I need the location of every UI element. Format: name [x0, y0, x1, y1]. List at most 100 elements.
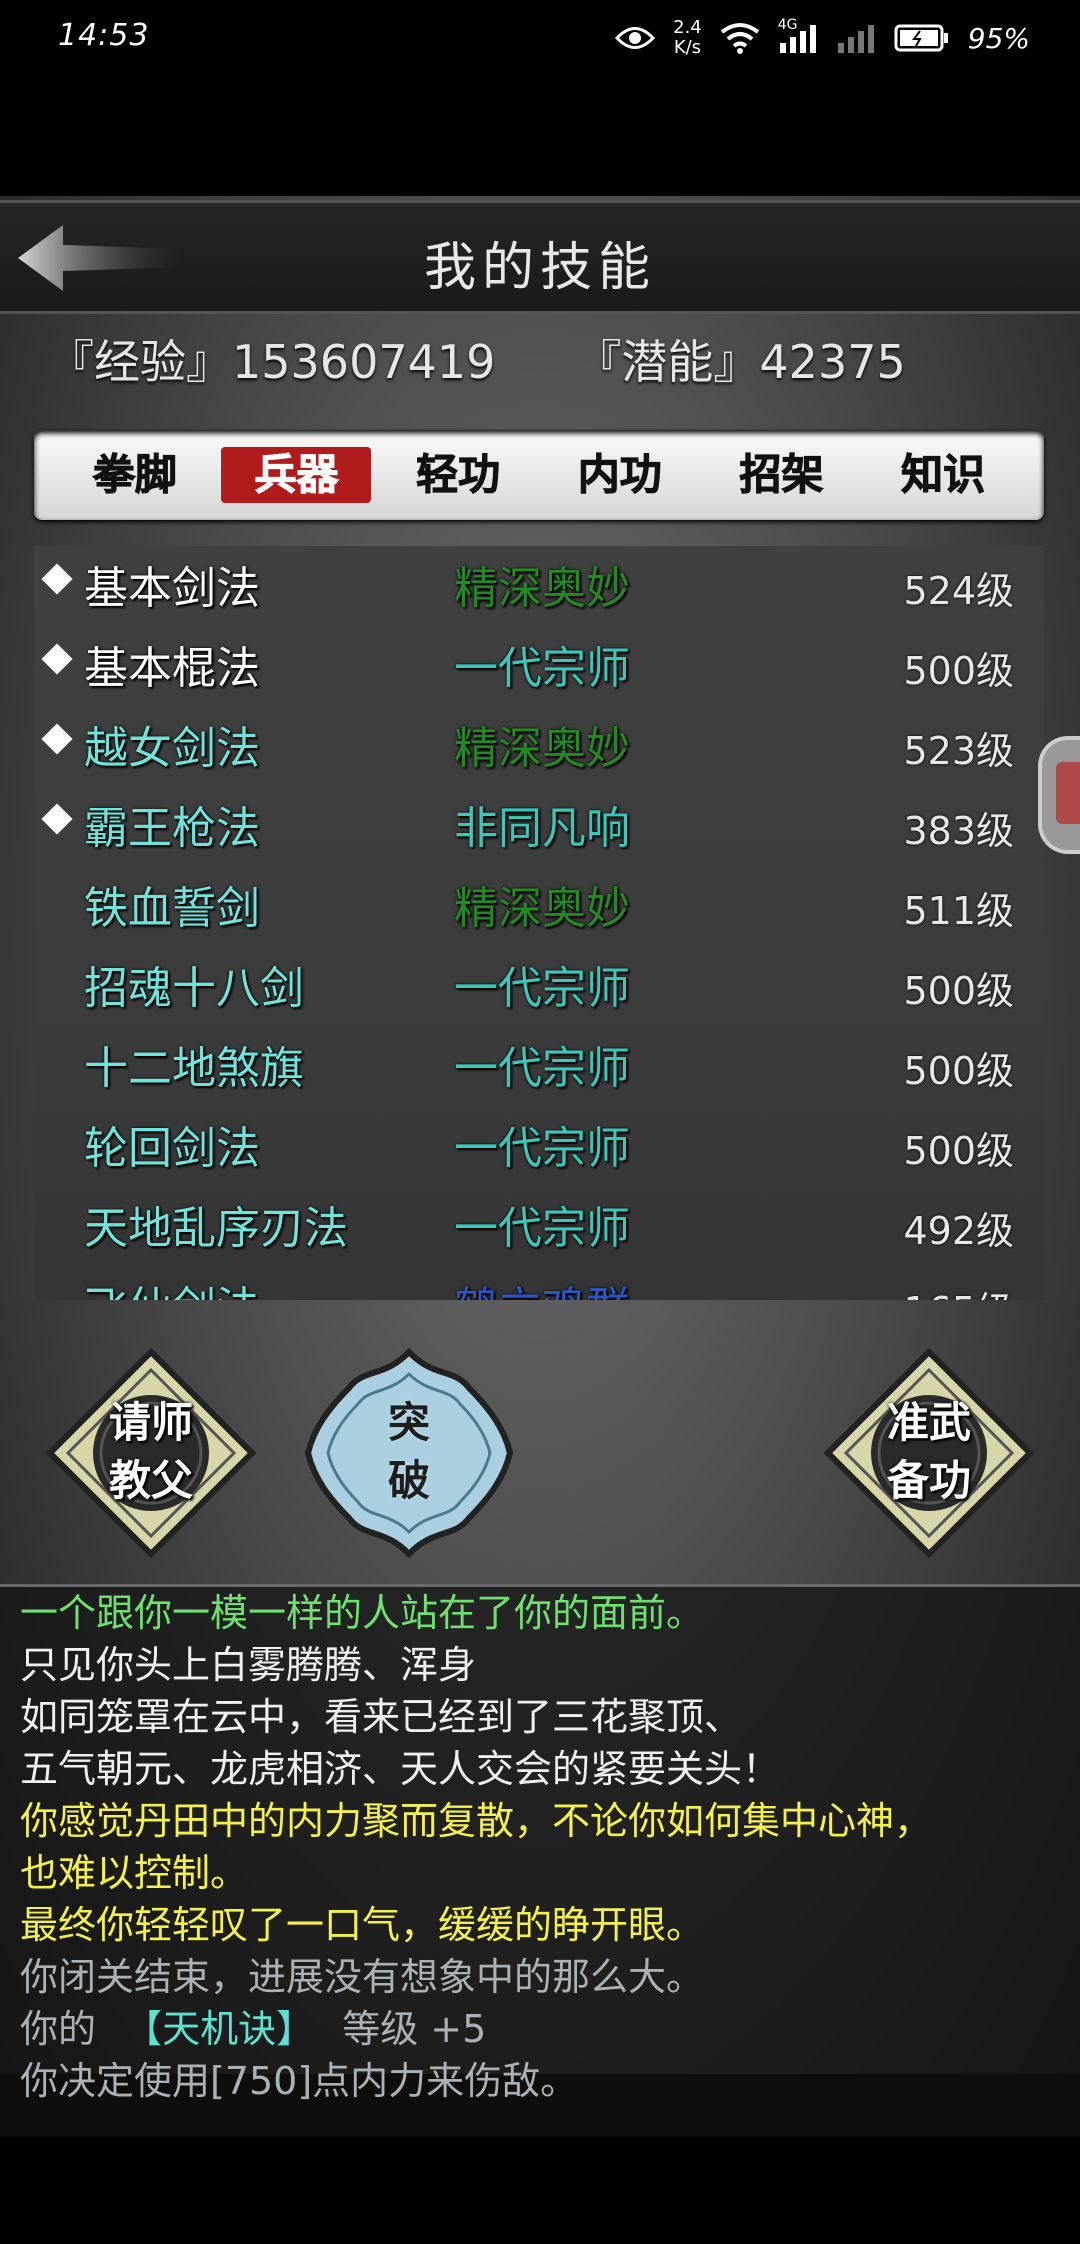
skill-level: 500级: [903, 1049, 1014, 1093]
skill-grade: 一代宗师: [454, 1043, 630, 1094]
log-line: 你的 【天机诀】 等级 +5: [20, 2003, 486, 2055]
skill-level: 500级: [903, 1129, 1014, 1173]
skill-name[interactable]: 基本棍法: [84, 632, 260, 696]
log-line: 如同笼罩在云中，看来已经到了三花聚顶、: [20, 1695, 743, 1739]
skill-grade: 鹤立鸡群: [454, 1272, 630, 1300]
skill-row[interactable]: 飞仙剑法 鹤立鸡群 165级: [34, 1266, 1044, 1300]
skill-level: 165级: [903, 1280, 1014, 1300]
skill-grade: 非同凡响: [454, 803, 630, 854]
message-log[interactable]: 一个跟你一模一样的人站在了你的面前。 只见你头上白雾腾腾、浑身 如同笼罩在云中，…: [0, 1584, 1080, 2137]
label-line: 准武: [886, 1398, 971, 1447]
experience-value: 153607419: [232, 335, 496, 389]
tab-inner-force[interactable]: 内功: [545, 447, 695, 503]
label-line: 备功: [886, 1456, 971, 1505]
skill-name[interactable]: 轮回剑法: [84, 1112, 260, 1176]
skill-grade: 精深奥妙: [454, 723, 630, 774]
diamond-icon: [41, 723, 73, 755]
log-line: 最终你轻轻叹了一口气，缓缓的睁开眼。: [20, 1903, 705, 1947]
log-line: 一个跟你一模一样的人站在了你的面前。: [20, 1591, 705, 1635]
battery-percent: 95%: [967, 21, 1030, 55]
skill-grade: 精深奥妙: [454, 883, 630, 934]
wifi-icon: [720, 23, 759, 54]
prepare-skill-button[interactable]: 准武 备功: [824, 1348, 1034, 1558]
label-line: 请师: [108, 1398, 193, 1447]
net-speed: 2.4 K/s: [673, 18, 702, 58]
floating-side-handle[interactable]: [1038, 736, 1080, 854]
skill-grade: 一代宗师: [454, 963, 630, 1014]
cellular-signal: 4G: [778, 17, 818, 53]
stats-row: 『经验』153607419 『潜能』42375: [48, 326, 906, 392]
skill-grade: 一代宗师: [454, 1123, 630, 1174]
skill-name[interactable]: 基本剑法: [84, 552, 260, 616]
log-line: 也难以控制。: [20, 1851, 249, 1895]
skill-name[interactable]: 飞仙剑法: [84, 1272, 260, 1300]
signal-empty-icon: [837, 25, 874, 53]
breakthrough-label: 突 破: [304, 1394, 514, 1510]
skill-name[interactable]: 霸王枪法: [84, 792, 260, 856]
log-line: 只见你头上白雾腾腾、浑身: [20, 1643, 477, 1687]
skill-row[interactable]: 十二地煞旗 一代宗师 500级: [34, 1026, 1044, 1106]
title-bar: 我的技能: [0, 200, 1080, 314]
skill-name[interactable]: 越女剑法: [84, 712, 260, 776]
skill-row[interactable]: 基本剑法 精深奥妙 524级: [34, 546, 1044, 626]
skill-row[interactable]: 越女剑法 精深奥妙 523级: [34, 706, 1044, 786]
net-speed-unit: K/s: [673, 37, 702, 58]
handle-icon: [1056, 762, 1080, 824]
skill-grade: 一代宗师: [454, 1203, 630, 1254]
skill-level: 500级: [903, 969, 1014, 1013]
skill-name[interactable]: 十二地煞旗: [84, 1032, 304, 1096]
status-time: 14:53: [58, 18, 150, 53]
label-line: 破: [387, 1456, 430, 1505]
diamond-icon: [41, 803, 73, 835]
potential-stat: 『潜能』42375: [575, 326, 905, 392]
ask-teacher-button[interactable]: 请师 教父: [46, 1348, 256, 1558]
skill-name[interactable]: 招魂十八剑: [84, 952, 304, 1016]
potential-value: 42375: [759, 335, 906, 389]
label-line: 突: [387, 1398, 430, 1447]
eye-icon: [615, 27, 656, 49]
potential-label: 『潜能』: [575, 335, 760, 389]
log-line: 你感觉丹田中的内力聚而复散，不论你如何集中心神，: [20, 1799, 933, 1843]
skill-level: 383级: [903, 809, 1014, 853]
skill-category-tabs: 拳脚 兵器 轻功 内功 招架 知识: [34, 430, 1044, 520]
breakthrough-button[interactable]: 突 破: [304, 1348, 514, 1558]
skill-name[interactable]: 铁血誓剑: [84, 872, 260, 936]
ask-teacher-label: 请师 教父: [46, 1394, 256, 1510]
skill-row[interactable]: 轮回剑法 一代宗师 500级: [34, 1106, 1044, 1186]
log-text: 等级 +5: [342, 2007, 487, 2051]
tab-weapon[interactable]: 兵器: [221, 447, 372, 503]
net-speed-value: 2.4: [673, 17, 702, 38]
prepare-skill-label: 准武 备功: [824, 1394, 1034, 1510]
status-bar: 14:53 2.4 K/s 4G 95%: [0, 0, 1080, 76]
skill-level: 492级: [903, 1209, 1014, 1253]
status-icons: 2.4 K/s 4G 95%: [615, 14, 1030, 62]
skill-name[interactable]: 天地乱序刃法: [84, 1192, 348, 1256]
skill-level: 511级: [903, 889, 1014, 933]
experience-stat: 『经验』153607419: [48, 326, 495, 392]
skill-list[interactable]: 基本剑法 精深奥妙 524级 基本棍法 一代宗师 500级 越女剑法 精深奥妙 …: [34, 546, 1044, 1300]
skill-level: 523级: [903, 729, 1014, 773]
battery-icon: [894, 24, 948, 52]
skill-row[interactable]: 招魂十八剑 一代宗师 500级: [34, 946, 1044, 1026]
diamond-icon: [41, 643, 73, 675]
skill-grade: 精深奥妙: [454, 563, 630, 614]
page-title: 我的技能: [423, 238, 656, 298]
experience-label: 『经验』: [48, 335, 232, 389]
skill-row[interactable]: 天地乱序刃法 一代宗师 492级: [34, 1186, 1044, 1266]
skill-row[interactable]: 霸王枪法 非同凡响 383级: [34, 786, 1044, 866]
log-line: 五气朝元、龙虎相济、天人交会的紧要关头！: [20, 1747, 781, 1791]
tab-fist[interactable]: 拳脚: [60, 447, 210, 503]
log-line: 你决定使用[750]点内力来伤敌。: [20, 2059, 579, 2103]
skill-row[interactable]: 铁血誓剑 精深奥妙 511级: [34, 866, 1044, 946]
tab-lightness[interactable]: 轻功: [383, 447, 533, 503]
diamond-icon: [41, 563, 73, 595]
tab-parry[interactable]: 招架: [706, 447, 856, 503]
skill-row[interactable]: 基本棍法 一代宗师 500级: [34, 626, 1044, 706]
label-line: 教父: [108, 1456, 193, 1505]
tab-knowledge[interactable]: 知识: [868, 447, 1018, 503]
log-text: 你的: [20, 2007, 97, 2051]
skill-highlight: 【天机诀】: [124, 2007, 315, 2051]
skill-grade: 一代宗师: [454, 643, 630, 694]
signal-label: 4G: [777, 17, 798, 33]
skill-level: 500级: [903, 649, 1014, 693]
